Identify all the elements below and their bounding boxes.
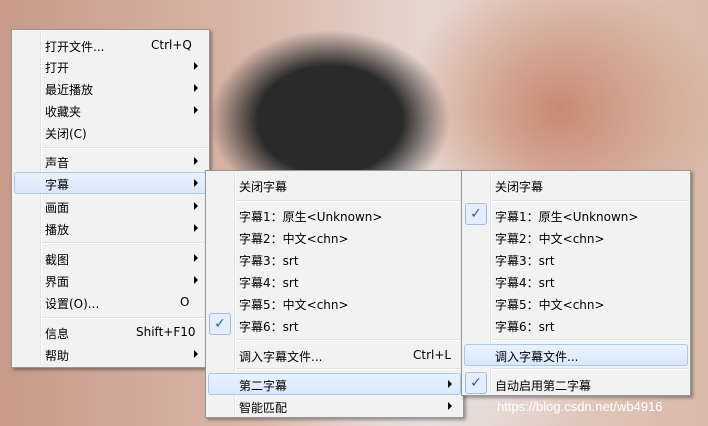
menu-item-label: 调入字幕文件... <box>239 350 323 364</box>
menu-item-label: 关闭字幕 <box>239 180 288 194</box>
menu-item-label: 字幕1：原生<Unknown> <box>495 210 639 224</box>
menu-item-subtitle-3[interactable]: 字幕3：srt <box>208 248 461 270</box>
submenu-arrow-icon <box>194 350 198 358</box>
menu-item-label: 字幕 <box>45 178 70 192</box>
menu-item-label: 声音 <box>45 156 70 170</box>
menu-item-subtitles[interactable]: 字幕 <box>14 172 207 194</box>
menu-item-close-subtitles[interactable]: 关闭字幕 <box>464 174 688 196</box>
menu-item-label: 自动启用第二字幕 <box>495 379 592 393</box>
submenu-arrow-icon <box>194 254 198 262</box>
menu-item-subtitle-4[interactable]: 字幕4：srt <box>208 270 461 292</box>
checkmark-icon: ✓ <box>465 203 487 225</box>
submenu-arrow-icon <box>194 224 198 232</box>
menu-item-settings[interactable]: 设置(O)... O <box>14 291 207 313</box>
menu-item-playback[interactable]: 播放 <box>14 217 207 239</box>
menu-item-label: 智能匹配 <box>239 401 288 415</box>
menu-item-label: 字幕4：srt <box>495 276 555 290</box>
menu-item-auto-enable-second-subtitle[interactable]: ✓ 自动启用第二字幕 <box>464 372 688 395</box>
checkmark-icon: ✓ <box>209 313 231 335</box>
menu-item-label: 最近播放 <box>45 83 94 97</box>
submenu-arrow-icon <box>194 84 198 92</box>
menu-item-open-file[interactable]: 打开文件... Ctrl+Q <box>14 34 207 56</box>
menu-item-interface[interactable]: 界面 <box>14 269 207 291</box>
menu-separator <box>236 339 461 341</box>
menu-item-label: 字幕1：原生<Unknown> <box>239 210 383 224</box>
menu-separator <box>492 368 688 370</box>
menu-item-recent[interactable]: 最近播放 <box>14 77 207 99</box>
menu-item-subtitle-1[interactable]: ✓ 字幕1：原生<Unknown> <box>464 203 688 226</box>
second-subtitle-submenu: 关闭字幕 ✓ 字幕1：原生<Unknown> 字幕2：中文<chn> 字幕3：s… <box>461 170 691 396</box>
menu-item-load-subtitle-file[interactable]: 调入字幕文件... <box>464 344 688 366</box>
menu-item-label: 收藏夹 <box>45 105 82 119</box>
menu-item-label: 画面 <box>45 201 70 215</box>
submenu-arrow-icon <box>194 62 198 70</box>
menu-item-label: 信息 <box>45 327 70 341</box>
menu-item-subtitle-6[interactable]: ✓ 字幕6：srt <box>208 313 461 336</box>
menu-item-label: 字幕3：srt <box>495 254 555 268</box>
menu-item-label: 字幕6：srt <box>495 320 555 334</box>
menu-item-second-subtitle[interactable]: 第二字幕 <box>208 373 461 395</box>
submenu-arrow-icon <box>194 106 198 114</box>
menu-item-shortcut: Ctrl+L <box>413 348 452 362</box>
menu-item-label: 打开 <box>45 61 70 75</box>
submenu-arrow-icon <box>448 380 452 388</box>
menu-item-label: 字幕6：srt <box>239 320 299 334</box>
submenu-arrow-icon <box>194 179 198 187</box>
menu-item-label: 界面 <box>45 275 70 289</box>
menu-item-subtitle-5[interactable]: 字幕5：中文<chn> <box>208 292 461 314</box>
menu-item-subtitle-1[interactable]: 字幕1：原生<Unknown> <box>208 204 461 226</box>
menu-item-close-subtitles[interactable]: 关闭字幕 <box>208 174 461 196</box>
menu-item-subtitle-3[interactable]: 字幕3：srt <box>464 248 688 270</box>
submenu-arrow-icon <box>194 157 198 165</box>
checkmark-icon: ✓ <box>465 372 487 394</box>
menu-item-info[interactable]: 信息 Shift+F10 <box>14 321 207 343</box>
watermark-text: https://blog.csdn.net/wb4916 <box>497 399 663 414</box>
menu-item-favorites[interactable]: 收藏夹 <box>14 99 207 121</box>
main-context-menu: 打开文件... Ctrl+Q 打开 最近播放 收藏夹 关闭(C) 声音 字幕 画… <box>11 29 210 368</box>
menu-item-open[interactable]: 打开 <box>14 55 207 77</box>
menu-item-subtitle-2[interactable]: 字幕2：中文<chn> <box>464 226 688 248</box>
menu-item-label: 关闭(C) <box>45 127 87 141</box>
menu-item-label: 字幕2：中文<chn> <box>495 232 605 246</box>
menu-item-label: 帮助 <box>45 349 70 363</box>
menu-separator <box>42 147 207 149</box>
menu-item-subtitle-4[interactable]: 字幕4：srt <box>464 270 688 292</box>
menu-separator <box>236 368 461 370</box>
menu-item-label: 打开文件... <box>45 40 105 54</box>
menu-item-label: 调入字幕文件... <box>495 350 579 364</box>
menu-item-close[interactable]: 关闭(C) <box>14 121 207 143</box>
submenu-arrow-icon <box>194 202 198 210</box>
menu-item-label: 第二字幕 <box>239 379 288 393</box>
menu-item-label: 播放 <box>45 223 70 237</box>
menu-separator <box>42 317 207 319</box>
menu-item-label: 字幕3：srt <box>239 254 299 268</box>
menu-item-subtitle-2[interactable]: 字幕2：中文<chn> <box>208 226 461 248</box>
submenu-arrow-icon <box>448 402 452 410</box>
menu-item-label: 设置(O)... <box>45 297 100 311</box>
menu-item-video[interactable]: 画面 <box>14 195 207 217</box>
menu-separator <box>236 200 461 202</box>
subtitle-submenu: 关闭字幕 字幕1：原生<Unknown> 字幕2：中文<chn> 字幕3：srt… <box>205 170 464 418</box>
menu-item-help[interactable]: 帮助 <box>14 343 207 365</box>
menu-separator <box>42 242 207 244</box>
menu-separator <box>492 200 688 202</box>
menu-item-label: 字幕4：srt <box>239 276 299 290</box>
menu-item-shortcut: O <box>180 295 190 309</box>
menu-item-label: 字幕2：中文<chn> <box>239 232 349 246</box>
menu-item-shortcut: Shift+F10 <box>136 325 196 339</box>
menu-item-load-subtitle-file[interactable]: 调入字幕文件... Ctrl+L <box>208 344 461 366</box>
submenu-arrow-icon <box>194 276 198 284</box>
menu-item-subtitle-6[interactable]: 字幕6：srt <box>464 314 688 336</box>
menu-item-smart-match[interactable]: 智能匹配 <box>208 395 461 417</box>
menu-item-shortcut: Ctrl+Q <box>151 38 192 52</box>
menu-item-label: 字幕5：中文<chn> <box>495 298 605 312</box>
menu-item-label: 截图 <box>45 253 70 267</box>
menu-item-subtitle-5[interactable]: 字幕5：中文<chn> <box>464 292 688 314</box>
menu-item-screenshot[interactable]: 截图 <box>14 247 207 269</box>
menu-item-audio[interactable]: 声音 <box>14 150 207 172</box>
menu-item-label: 关闭字幕 <box>495 180 544 194</box>
menu-item-label: 字幕5：中文<chn> <box>239 298 349 312</box>
menu-separator <box>492 339 688 341</box>
